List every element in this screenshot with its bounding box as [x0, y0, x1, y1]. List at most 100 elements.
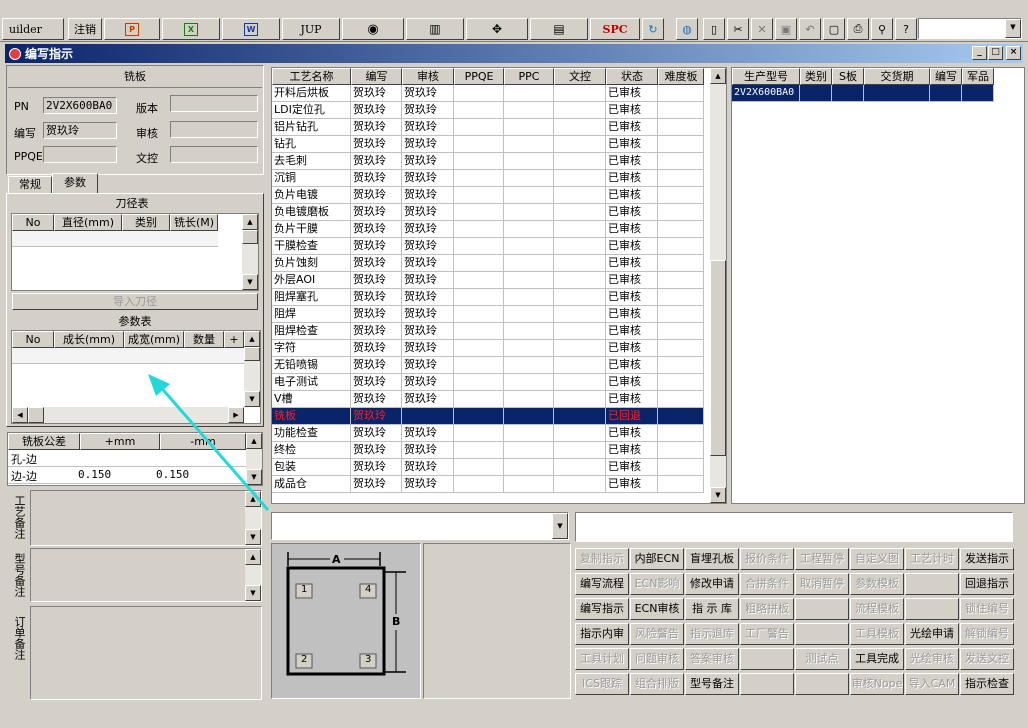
- process-col-header[interactable]: PPC: [504, 68, 554, 85]
- model-col-header[interactable]: 军品: [962, 68, 994, 85]
- action-button[interactable]: 指示检查: [960, 673, 1014, 695]
- action-button[interactable]: 锁住编号: [960, 598, 1014, 620]
- eye-icon-button[interactable]: ◉: [342, 18, 404, 40]
- param-col-no[interactable]: No: [12, 331, 54, 348]
- table-row[interactable]: 电子测试 贺玖玲 贺玖玲 已审核: [272, 374, 704, 391]
- process-col-header[interactable]: 难度板: [658, 68, 704, 85]
- close-button[interactable]: ×: [1006, 46, 1021, 60]
- scroll-thumb[interactable]: [710, 260, 726, 456]
- action-button[interactable]: 复制指示: [575, 548, 629, 570]
- scroll-thumb[interactable]: [242, 230, 258, 244]
- action-button[interactable]: 导入CAM: [905, 673, 959, 695]
- action-button[interactable]: 取消暂停: [795, 573, 849, 595]
- preview-icon-button[interactable]: ▢: [823, 18, 845, 40]
- table-row[interactable]: [12, 348, 244, 364]
- action-button[interactable]: 指示退库: [685, 623, 739, 645]
- server-icon-button[interactable]: ▤: [530, 18, 588, 40]
- model-col-header[interactable]: 生产型号: [732, 68, 800, 85]
- undo-icon-button[interactable]: ↶: [799, 18, 821, 40]
- table-row[interactable]: 负电镀磨板 贺玖玲 贺玖玲 已审核: [272, 204, 704, 221]
- param-col-qty[interactable]: 数量: [184, 331, 224, 348]
- action-button[interactable]: 光绘申请: [905, 623, 959, 645]
- action-button[interactable]: [795, 623, 849, 645]
- table-row[interactable]: 干膜检查 贺玖玲 贺玖玲 已审核: [272, 238, 704, 255]
- action-button[interactable]: 粗略拼板: [740, 598, 794, 620]
- model-col-header[interactable]: 类别: [800, 68, 832, 85]
- action-button[interactable]: [740, 648, 794, 670]
- action-button[interactable]: ICS跟踪: [575, 673, 629, 695]
- scroll-thumb[interactable]: [28, 407, 44, 423]
- save-icon-button[interactable]: ▣: [775, 18, 797, 40]
- action-button[interactable]: 回退指示: [960, 573, 1014, 595]
- scroll-down-icon[interactable]: ▼: [242, 274, 258, 290]
- action-button[interactable]: ECN审核: [630, 598, 684, 620]
- action-button[interactable]: 发送文控: [960, 648, 1014, 670]
- database-icon-button[interactable]: ▥: [406, 18, 464, 40]
- action-button[interactable]: [740, 673, 794, 695]
- action-button[interactable]: ECN影响: [630, 573, 684, 595]
- tool-col-length[interactable]: 铣长(M): [170, 214, 218, 231]
- action-button[interactable]: 工具计划: [575, 648, 629, 670]
- model-note-scrollbar[interactable]: ▲ ▼: [245, 549, 261, 601]
- builder-button[interactable]: uilder: [2, 18, 64, 40]
- table-row[interactable]: 负片蚀刻 贺玖玲 贺玖玲 已审核: [272, 255, 704, 272]
- table-row[interactable]: 终检 贺玖玲 贺玖玲 已审核: [272, 442, 704, 459]
- tab-general[interactable]: 常规: [8, 176, 52, 194]
- new-file-icon-button[interactable]: ▯: [703, 18, 725, 40]
- action-button[interactable]: 发送指示: [960, 548, 1014, 570]
- action-button[interactable]: 工程暂停: [795, 548, 849, 570]
- param-col-width[interactable]: 成宽(mm): [124, 331, 184, 348]
- action-button[interactable]: 指示内审: [575, 623, 629, 645]
- scroll-down-icon[interactable]: ▼: [245, 585, 261, 601]
- tool-col-no[interactable]: No: [12, 214, 54, 231]
- table-row[interactable]: 铝片钻孔 贺玖玲 贺玖玲 已审核: [272, 119, 704, 136]
- table-row[interactable]: 负片电镀 贺玖玲 贺玖玲 已审核: [272, 187, 704, 204]
- pn-field[interactable]: 2V2X600BA0: [43, 97, 117, 114]
- action-button[interactable]: [905, 598, 959, 620]
- doc-field[interactable]: [170, 146, 258, 163]
- action-button[interactable]: 答案审核: [685, 648, 739, 670]
- action-button[interactable]: 光绘审核: [905, 648, 959, 670]
- scroll-left-icon[interactable]: ◀: [12, 407, 28, 423]
- process-table-scrollbar[interactable]: ▲ ▼: [710, 68, 726, 503]
- action-button[interactable]: 工具完成: [850, 648, 904, 670]
- command-input[interactable]: [575, 512, 1013, 542]
- scroll-thumb[interactable]: [244, 347, 260, 361]
- action-button[interactable]: 风险警告: [630, 623, 684, 645]
- model-note-field[interactable]: ▲ ▼: [30, 548, 262, 602]
- network-icon-button[interactable]: ✥: [466, 18, 528, 40]
- logout-button[interactable]: 注销: [68, 18, 102, 40]
- import-tools-button[interactable]: 导入刀径: [12, 293, 258, 310]
- refresh-icon-button[interactable]: ↻: [642, 18, 664, 40]
- process-col-header[interactable]: 文控: [554, 68, 606, 85]
- action-button[interactable]: 内部ECN: [630, 548, 684, 570]
- action-button[interactable]: 工艺计时: [905, 548, 959, 570]
- tab-params[interactable]: 参数: [52, 173, 98, 194]
- action-button[interactable]: 工厂警告: [740, 623, 794, 645]
- tool-col-diameter[interactable]: 直径(mm): [54, 214, 122, 231]
- model-col-header[interactable]: 编写: [930, 68, 962, 85]
- table-row[interactable]: 成品仓 贺玖玲 贺玖玲 已审核: [272, 476, 704, 493]
- version-field[interactable]: [170, 95, 258, 112]
- table-row[interactable]: 铣板 贺玖玲 已回退: [272, 408, 704, 425]
- scroll-down-icon[interactable]: ▼: [245, 529, 261, 545]
- review-field[interactable]: [170, 121, 258, 138]
- action-button[interactable]: [905, 573, 959, 595]
- param-add-button[interactable]: +: [224, 331, 244, 348]
- spc-button[interactable]: SPC: [590, 18, 640, 40]
- print-icon-button[interactable]: ⎙: [847, 18, 869, 40]
- table-row[interactable]: 字符 贺玖玲 贺玖玲 已审核: [272, 340, 704, 357]
- table-row[interactable]: 沉铜 贺玖玲 贺玖玲 已审核: [272, 170, 704, 187]
- delete-icon-button[interactable]: ✕: [751, 18, 773, 40]
- table-row[interactable]: [12, 231, 218, 247]
- table-row[interactable]: 无铅喷锡 贺玖玲 贺玖玲 已审核: [272, 357, 704, 374]
- chevron-down-icon[interactable]: ▼: [1005, 19, 1021, 38]
- scroll-up-icon[interactable]: ▲: [244, 331, 260, 347]
- model-col-header[interactable]: 交货期: [864, 68, 930, 85]
- tol-col-name[interactable]: 铣板公差: [8, 433, 80, 450]
- help-icon-button[interactable]: ?: [895, 18, 917, 40]
- table-row[interactable]: 包装 贺玖玲 贺玖玲 已审核: [272, 459, 704, 476]
- action-button[interactable]: 型号备注: [685, 673, 739, 695]
- word-icon-button[interactable]: W: [222, 18, 280, 40]
- process-col-header[interactable]: 编写: [351, 68, 402, 85]
